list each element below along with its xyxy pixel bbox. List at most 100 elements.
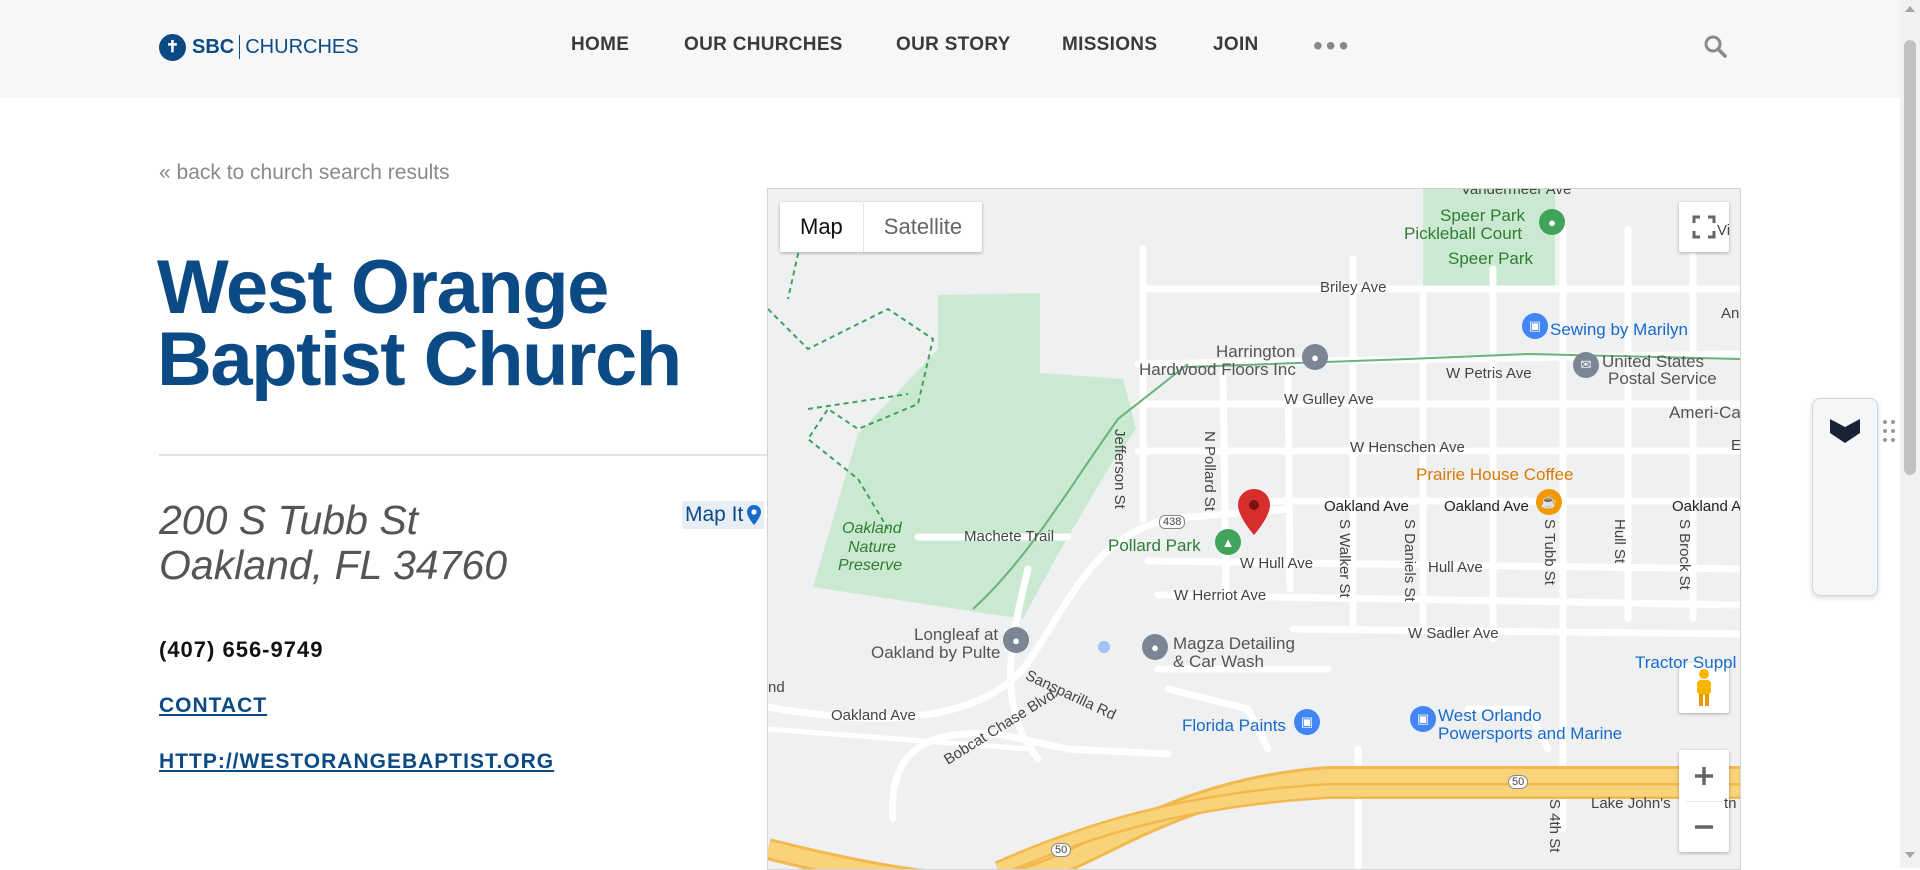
pegman-icon [1697, 669, 1711, 706]
park-poi-icon[interactable]: ● [1539, 209, 1565, 235]
map-label: Oakland Ave [1444, 498, 1529, 515]
map-label: S Walker St [1336, 519, 1353, 598]
search-icon[interactable] [1703, 34, 1727, 58]
map-label: Lake John's [1591, 795, 1671, 812]
map-it-button[interactable]: Map It [682, 501, 765, 529]
nav-our-churches[interactable]: OUR CHURCHES [684, 34, 843, 56]
plus-icon [1695, 766, 1713, 785]
church-location-marker[interactable] [1238, 489, 1270, 535]
address-line-1: 200 S Tubb St [159, 497, 419, 543]
map-label: Briley Ave [1320, 279, 1387, 296]
nav-missions[interactable]: MISSIONS [1062, 34, 1157, 56]
map-label: Hull Ave [1428, 559, 1483, 576]
map-label: W Henschen Ave [1350, 439, 1465, 456]
nav-join[interactable]: JOIN [1213, 34, 1259, 56]
map-label: Longleaf at [914, 625, 999, 644]
nav-home[interactable]: HOME [571, 34, 629, 56]
fullscreen-icon [1692, 215, 1716, 239]
map-it-label: Map It [685, 503, 744, 526]
map-type-toggle: Map Satellite [780, 202, 983, 252]
church-title: West Orange Baptist Church [157, 250, 682, 398]
scroll-up-arrow-icon[interactable] [1905, 6, 1915, 12]
map-label: W Hull Ave [1240, 555, 1314, 572]
website-link[interactable]: HTTP://WESTORANGEBAPTIST.ORG [159, 750, 554, 774]
route-50-shield-2: 50 [1051, 843, 1072, 857]
map-type-map-button[interactable]: Map [780, 202, 863, 252]
cafe-poi-icon[interactable]: ☕ [1536, 489, 1562, 515]
map-label: Hull St [1611, 519, 1628, 564]
nav-our-story[interactable]: OUR STORY [896, 34, 1011, 56]
map-label: Preserve [838, 557, 903, 574]
map-label: Oakland Ave [831, 707, 916, 724]
contact-link[interactable]: CONTACT [159, 694, 267, 718]
route-50-shield: 50 [1508, 775, 1529, 789]
mail-poi-icon[interactable]: ✉ [1573, 352, 1599, 378]
map-label: & Car Wash [1173, 652, 1265, 671]
zoom-in-button[interactable] [1679, 751, 1729, 801]
map-label: Jefferson St [1111, 429, 1128, 509]
shopping-poi-icon-3[interactable]: ▣ [1410, 706, 1436, 732]
map-label: Hardwood Floors Inc [1139, 360, 1296, 379]
map-label: Nature [848, 539, 897, 556]
map-label: Pickleball Court [1404, 224, 1523, 243]
map-type-satellite-button[interactable]: Satellite [864, 202, 982, 252]
map-label: Postal Service [1608, 369, 1717, 388]
scroll-down-arrow-icon[interactable] [1905, 852, 1915, 858]
church-address: 200 S Tubb St Oakland, FL 34760 [159, 498, 507, 588]
place-poi-icon-2[interactable]: ● [1003, 627, 1029, 653]
zoom-controls [1679, 750, 1729, 852]
map-label: Oakland A [1672, 498, 1741, 515]
map-label: S Brock St [1676, 519, 1693, 590]
map-label: Oakland [842, 520, 902, 537]
map-label: Pollard Park [1108, 536, 1201, 555]
nav-more-icon[interactable]: ••• [1313, 32, 1351, 60]
map-label: E [1731, 437, 1741, 454]
map-label: W Sadler Ave [1408, 625, 1499, 642]
map-label: S 4th St [1546, 799, 1563, 853]
map-label: An [1721, 305, 1740, 322]
minus-icon [1695, 824, 1713, 829]
site-header: ✝ SBC CHURCHES HOME OUR CHURCHES OUR STO… [0, 0, 1900, 98]
back-to-results-link[interactable]: « back to church search results [159, 161, 450, 185]
map-label: Harrington [1216, 342, 1296, 361]
map-label: Vandermeer Ave [1461, 188, 1572, 198]
page-scrollbar[interactable] [1900, 0, 1920, 868]
map-label: S Tubb St [1541, 519, 1558, 585]
map-label: Machete Trail [964, 528, 1055, 545]
shopping-poi-icon-2[interactable]: ▣ [1294, 709, 1320, 735]
map-label: W Petris Ave [1446, 365, 1532, 382]
scrollbar-thumb[interactable] [1904, 40, 1916, 475]
route-438-shield: 438 [1159, 515, 1186, 529]
address-line-2: Oakland, FL 34760 [159, 542, 507, 588]
map-label: W Herriot Ave [1174, 587, 1267, 604]
map-label: W Gulley Ave [1284, 391, 1374, 408]
shopping-poi-icon[interactable]: ▣ [1522, 313, 1548, 339]
main-nav: HOME OUR CHURCHES OUR STORY MISSIONS JOI… [0, 34, 1900, 60]
floating-side-widget[interactable] [1812, 398, 1878, 596]
map-label: Oakland by Pulte [871, 643, 1001, 662]
map-label: N Pollard St [1201, 431, 1218, 512]
map-label: Sewing by Marilyn [1550, 320, 1688, 339]
church-title-line-2: Baptist Church [157, 317, 682, 402]
park-tree-poi-icon[interactable]: ▲ [1215, 529, 1241, 555]
book-icon [1830, 419, 1860, 443]
map-label: Speer Park [1440, 206, 1526, 225]
map-label: Ameri-Ca [1669, 403, 1741, 422]
map-label: Speer Park [1448, 249, 1534, 268]
google-map[interactable]: Map Satellite ● ▣ ● ✉ ☕ ▲ ● ● ▣ ▣ Speer … [767, 188, 1741, 870]
zoom-out-button[interactable] [1679, 802, 1729, 852]
drag-handle-icon[interactable] [1882, 418, 1896, 444]
map-label: West Orlando [1438, 706, 1542, 725]
title-divider [159, 454, 767, 456]
map-label: Florida Paints [1182, 716, 1286, 735]
map-label: Powersports and Marine [1438, 724, 1623, 743]
map-label: Oakland Ave [1324, 498, 1409, 515]
place-poi-icon[interactable]: ● [1302, 344, 1328, 370]
map-label: Vi [1717, 222, 1731, 239]
church-phone[interactable]: (407) 656-9749 [159, 637, 323, 663]
place-poi-icon-3[interactable]: ● [1142, 634, 1168, 660]
map-label: tn [1724, 795, 1737, 812]
map-label: Prairie House Coffee [1416, 465, 1574, 484]
map-label: Magza Detailing [1173, 634, 1295, 653]
map-label: nd [768, 679, 785, 696]
